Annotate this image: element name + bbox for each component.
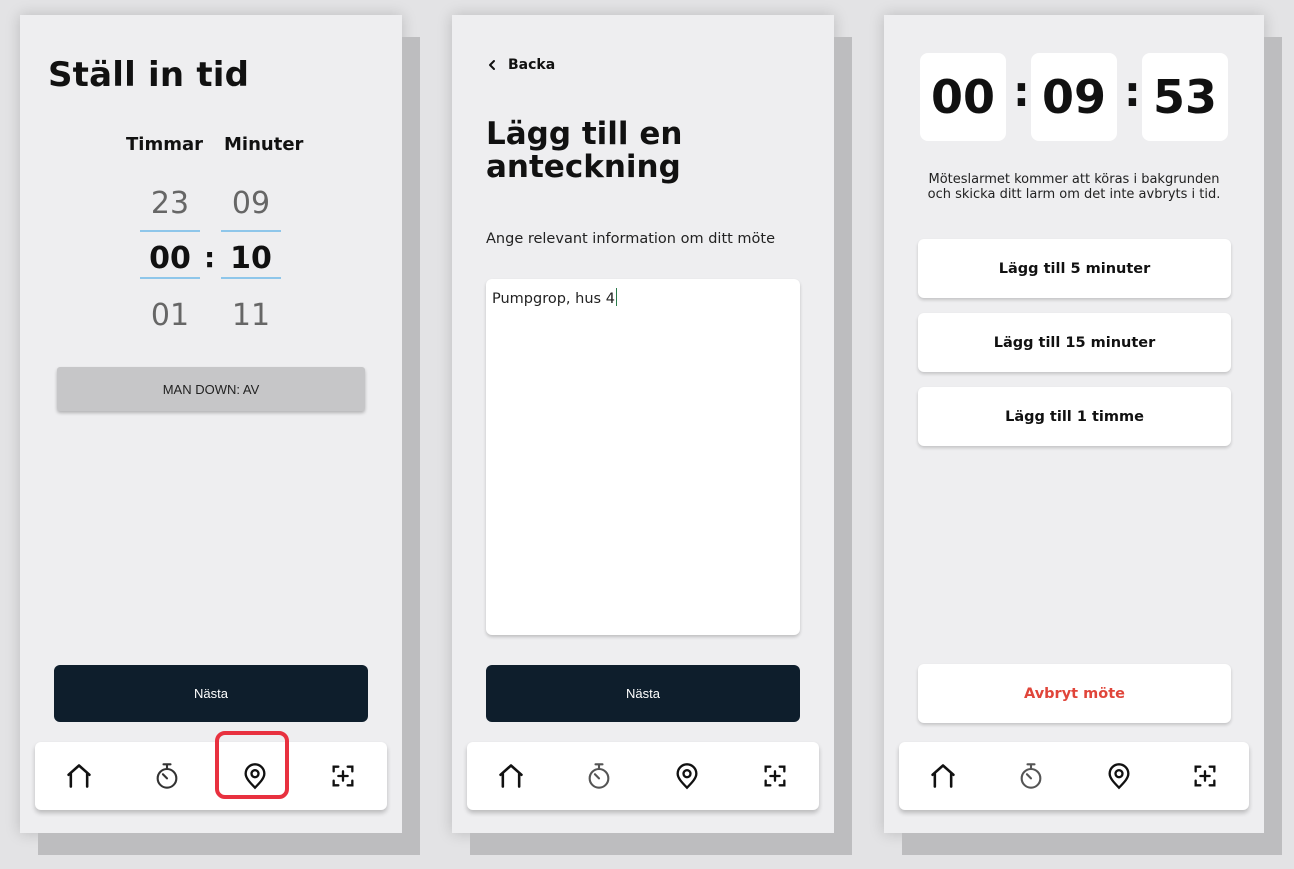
home-icon xyxy=(931,764,955,788)
note-textarea[interactable]: Pumpgrop, hus 4 xyxy=(486,279,800,635)
picker-line xyxy=(221,277,281,279)
bottom-nav xyxy=(35,731,387,810)
scan-add-icon xyxy=(1194,765,1216,787)
page-title: Lägg till en anteckning xyxy=(486,116,683,185)
countdown-minutes: 09 xyxy=(1031,53,1117,141)
text-caret xyxy=(615,288,617,306)
countdown-hours: 00 xyxy=(920,53,1006,141)
nav-location[interactable] xyxy=(211,742,299,810)
scan-add-icon xyxy=(764,765,786,787)
minutes-label: Minuter xyxy=(224,134,304,155)
add-15-minutes-button[interactable]: Lägg till 15 minuter xyxy=(918,313,1231,372)
cancel-meeting-button[interactable]: Avbryt möte xyxy=(918,664,1231,723)
hours-option-selected[interactable]: 00 xyxy=(140,241,200,276)
nav-location[interactable] xyxy=(643,742,731,810)
minutes-option-prev[interactable]: 09 xyxy=(221,186,281,221)
bottom-nav xyxy=(899,742,1249,810)
hours-option-next[interactable]: 01 xyxy=(140,298,200,333)
nav-timer[interactable] xyxy=(555,742,643,810)
nav-home[interactable] xyxy=(467,742,555,810)
nav-scan[interactable] xyxy=(1161,742,1249,810)
scan-add-icon xyxy=(332,765,354,787)
picker-line xyxy=(140,277,200,279)
hours-option-prev[interactable]: 23 xyxy=(140,186,200,221)
back-link[interactable]: Backa xyxy=(486,57,555,73)
minutes-option-next[interactable]: 11 xyxy=(221,298,281,333)
instruction-text: Ange relevant information om ditt möte xyxy=(486,231,776,247)
location-icon xyxy=(676,763,698,790)
timer-icon xyxy=(156,763,178,789)
nav-timer[interactable] xyxy=(123,731,289,810)
meeting-timer-screen: 00 : 09 : 53 Möteslarmet kommer att köra… xyxy=(884,15,1264,833)
chevron-left-icon xyxy=(489,60,495,70)
info-text: Möteslarmet kommer att köras i bakgrunde… xyxy=(927,172,1221,202)
note-text: Pumpgrop, hus 4 xyxy=(492,291,615,307)
picker-line xyxy=(140,230,200,232)
time-separator: : xyxy=(1013,67,1030,116)
set-time-screen: Ställ in tid Timmar Minuter 23 00 01 : 0… xyxy=(20,15,402,833)
timer-icon xyxy=(1020,763,1042,789)
add-1-hour-button[interactable]: Lägg till 1 timme xyxy=(918,387,1231,446)
home-icon xyxy=(499,764,523,788)
add-5-minutes-button[interactable]: Lägg till 5 minuter xyxy=(918,239,1231,298)
man-down-toggle[interactable]: MAN DOWN: AV xyxy=(57,367,365,411)
add-note-screen: Backa Lägg till en anteckning Ange relev… xyxy=(452,15,834,833)
minutes-option-selected[interactable]: 10 xyxy=(221,241,281,276)
nav-scan[interactable] xyxy=(299,742,387,810)
bottom-nav xyxy=(467,742,819,810)
back-label: Backa xyxy=(508,57,556,73)
nav-location[interactable] xyxy=(1075,742,1163,810)
hours-label: Timmar xyxy=(126,134,203,155)
time-separator: : xyxy=(1124,67,1141,116)
home-icon xyxy=(67,764,91,788)
nav-timer[interactable] xyxy=(987,742,1075,810)
nav-home[interactable] xyxy=(35,742,123,810)
page-title: Ställ in tid xyxy=(48,55,250,95)
timer-icon xyxy=(588,763,610,789)
countdown-seconds: 53 xyxy=(1142,53,1228,141)
next-button[interactable]: Nästa xyxy=(486,665,800,722)
location-icon xyxy=(244,763,266,790)
next-button[interactable]: Nästa xyxy=(54,665,368,722)
picker-line xyxy=(221,230,281,232)
nav-scan[interactable] xyxy=(731,742,819,810)
nav-home[interactable] xyxy=(899,742,987,810)
time-separator: : xyxy=(204,241,216,274)
location-icon xyxy=(1108,763,1130,790)
